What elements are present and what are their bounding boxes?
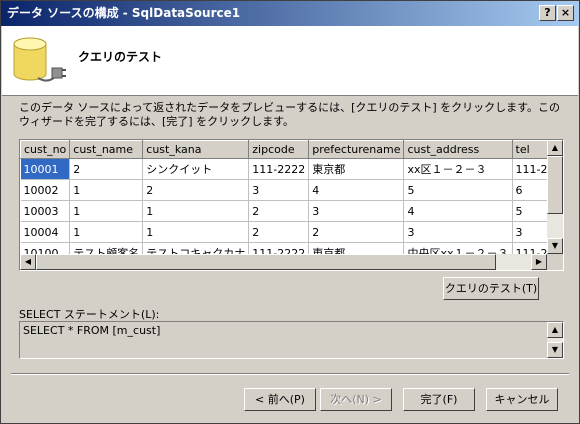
table-cell[interactable]: 10002: [20, 179, 71, 201]
table-row[interactable]: 10003 1 1 2 3 4 5: [20, 200, 563, 222]
results-grid[interactable]: cust_no cust_name cust_kana zipcode prefectu…: [19, 139, 564, 271]
scroll-corner: [547, 254, 563, 270]
horizontal-scroll-thumb[interactable]: [36, 254, 496, 270]
table-cell[interactable]: 10004: [20, 221, 71, 243]
table-cell[interactable]: 1: [69, 179, 144, 201]
scroll-up-icon[interactable]: ▲: [547, 140, 563, 156]
wizard-header: クエリのテスト: [2, 26, 578, 96]
sql-label: SELECT ステートメント(L):: [19, 308, 160, 321]
table-cell[interactable]: 2: [248, 200, 310, 222]
scroll-down-icon[interactable]: ▼: [547, 238, 563, 254]
page-title: クエリのテスト: [78, 50, 163, 64]
table-cell[interactable]: 1: [69, 200, 144, 222]
table-cell[interactable]: シンクイット: [142, 158, 250, 180]
scroll-left-icon[interactable]: ◀: [20, 254, 36, 270]
column-header-cust-kana[interactable]: cust_kana: [142, 140, 250, 159]
table-cell[interactable]: 3: [248, 179, 310, 201]
database-plug-icon: [13, 37, 66, 82]
close-button[interactable]: ×: [557, 5, 574, 21]
table-cell[interactable]: 2: [69, 158, 144, 180]
header-row: cust_no cust_name cust_kana zipcode prefectu…: [20, 140, 563, 159]
finish-button[interactable]: 完了(F): [403, 388, 475, 411]
next-button[interactable]: 次へ(N) >: [320, 388, 392, 411]
table-cell[interactable]: 2: [248, 221, 310, 243]
column-header-prefecturename[interactable]: prefecturename: [308, 140, 405, 159]
table-row[interactable]: 10004 1 1 2 2 3 3: [20, 221, 563, 243]
dialog-window: データ ソースの構成 - SqlDataSource1 ? × クエリのテスト …: [0, 0, 580, 424]
sql-scroll-down-icon[interactable]: ▼: [547, 342, 563, 358]
vertical-scroll-thumb[interactable]: [547, 156, 563, 214]
table-cell[interactable]: 1: [69, 221, 144, 243]
title-bar: データ ソースの構成 - SqlDataSource1 ? ×: [1, 1, 579, 26]
back-button[interactable]: < 前へ(P): [244, 388, 316, 411]
column-header-cust-no[interactable]: cust_no: [20, 140, 71, 159]
table-cell[interactable]: 1: [142, 221, 250, 243]
table-cell[interactable]: 3: [403, 221, 513, 243]
separator: [11, 373, 569, 375]
table-cell[interactable]: 3: [308, 200, 405, 222]
results-table: cust_no cust_name cust_kana zipcode prefectu…: [20, 140, 563, 264]
column-header-cust-address[interactable]: cust_address: [403, 140, 513, 159]
table-cell[interactable]: 東京都: [308, 158, 405, 180]
table-cell[interactable]: 1: [142, 200, 250, 222]
vertical-scrollbar[interactable]: ▲ ▼: [547, 140, 563, 254]
table-cell[interactable]: 111-2222: [248, 158, 310, 180]
window-title: データ ソースの構成 - SqlDataSource1: [7, 6, 241, 20]
sql-scroll-up-icon[interactable]: ▲: [547, 322, 563, 338]
table-cell[interactable]: 5: [403, 179, 513, 201]
table-cell[interactable]: 2: [142, 179, 250, 201]
sql-scrollbar[interactable]: ▲ ▼: [547, 322, 563, 358]
test-query-button[interactable]: クエリのテスト(T): [443, 277, 539, 300]
horizontal-scrollbar[interactable]: ◀ ▶: [20, 254, 547, 270]
table-row[interactable]: 100012シンクイット111-2222東京都xx区１－２－３111-222-3…: [20, 158, 563, 180]
help-button[interactable]: ?: [539, 5, 556, 21]
table-cell[interactable]: 10003: [20, 200, 71, 222]
column-header-cust-name[interactable]: cust_name: [69, 140, 144, 159]
sql-text: SELECT * FROM [m_cust]: [23, 324, 161, 337]
table-cell[interactable]: 10001: [20, 158, 71, 180]
description-text: このデータ ソースによって返されたデータをプレビューするには、[クエリのテスト]…: [19, 101, 561, 128]
table-cell[interactable]: 4: [403, 200, 513, 222]
table-cell[interactable]: 4: [308, 179, 405, 201]
scroll-right-icon[interactable]: ▶: [531, 254, 547, 270]
column-header-zipcode[interactable]: zipcode: [248, 140, 310, 159]
sql-textarea[interactable]: SELECT * FROM [m_cust] ▲ ▼: [19, 321, 564, 359]
cancel-button[interactable]: キャンセル: [486, 388, 558, 411]
table-cell[interactable]: xx区１－２－３: [403, 158, 513, 180]
table-cell[interactable]: 2: [308, 221, 405, 243]
table-row[interactable]: 10002 1 2 3 4 5 6: [20, 179, 563, 201]
